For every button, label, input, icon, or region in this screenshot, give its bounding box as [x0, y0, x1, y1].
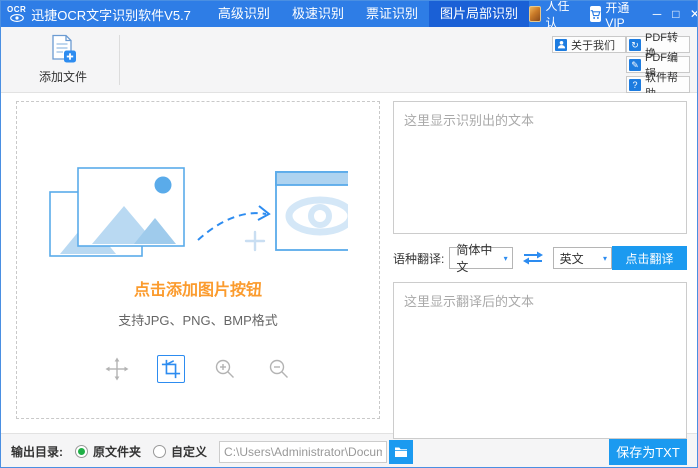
- radio-original-folder-label[interactable]: 原文件夹: [93, 443, 141, 460]
- image-tools: [103, 355, 293, 383]
- eye-icon: [10, 14, 24, 22]
- titlebar: OCR 迅捷OCR文字识别软件V5.7 高级识别 极速识别 票证识别 图片局部识…: [1, 1, 697, 27]
- open-vip-button[interactable]: 开通VIP: [590, 0, 649, 30]
- target-language-value: 英文: [560, 250, 584, 267]
- move-tool-button[interactable]: [103, 355, 131, 383]
- tab-bar: 高级识别 极速识别 票证识别 图片局部识别: [207, 1, 529, 27]
- maximize-button[interactable]: □: [668, 1, 683, 27]
- radio-custom-folder[interactable]: [153, 445, 166, 458]
- add-file-button[interactable]: 添加文件: [21, 34, 105, 85]
- radio-custom-folder-label[interactable]: 自定义: [171, 443, 207, 460]
- zoom-out-button[interactable]: [265, 355, 293, 383]
- folder-icon: [394, 446, 408, 458]
- move-icon: [105, 357, 129, 381]
- main-area: 点击添加图片按钮 支持JPG、PNG、BMP格式: [1, 93, 697, 433]
- app-logo-icon: OCR: [7, 6, 26, 22]
- person-icon: [555, 39, 567, 51]
- add-image-cta: 点击添加图片按钮: [134, 276, 262, 300]
- source-language-select[interactable]: 简体中文 ▾: [449, 247, 512, 269]
- app-window: OCR 迅捷OCR文字识别软件V5.7 高级识别 极速识别 票证识别 图片局部识…: [0, 0, 698, 468]
- upload-illustration: [48, 158, 348, 262]
- translate-label: 语种翻译:: [393, 250, 444, 267]
- app-title: 迅捷OCR文字识别软件V5.7: [31, 5, 191, 24]
- source-language-value: 简体中文: [456, 241, 503, 275]
- supported-formats: 支持JPG、PNG、BMP格式: [118, 310, 278, 329]
- result-panel: 语种翻译: 简体中文 ▾ 英文 ▾ 点击翻译: [393, 101, 687, 439]
- pencil-icon: ✎: [629, 59, 641, 71]
- add-file-icon: [49, 34, 77, 64]
- image-dropzone[interactable]: 点击添加图片按钮 支持JPG、PNG、BMP格式: [16, 101, 380, 419]
- user-avatar[interactable]: [529, 6, 541, 22]
- target-language-select[interactable]: 英文 ▾: [553, 247, 612, 269]
- tab-ticket-ocr[interactable]: 票证识别: [355, 1, 429, 27]
- translate-button[interactable]: 点击翻译: [612, 246, 687, 270]
- zoom-in-button[interactable]: [211, 355, 239, 383]
- output-dir-label: 输出目录:: [11, 443, 63, 460]
- toolbar-divider: [119, 35, 120, 85]
- close-button[interactable]: ✕: [687, 1, 698, 27]
- chevron-down-icon: ▾: [603, 254, 607, 263]
- question-icon: ?: [629, 79, 641, 91]
- vip-label: 开通VIP: [605, 0, 633, 30]
- toolbar: 添加文件 关于我们 ↻ PDF转换 ✎ PDF编辑 ? 软件: [1, 27, 697, 93]
- minimize-button[interactable]: ─: [650, 1, 665, 27]
- radio-original-folder[interactable]: [75, 445, 88, 458]
- output-path-input[interactable]: [219, 441, 387, 463]
- crop-tool-button[interactable]: [157, 355, 185, 383]
- zoom-out-icon: [268, 358, 290, 380]
- crop-icon: [161, 359, 181, 379]
- ocr-result-textarea[interactable]: [393, 101, 687, 234]
- about-us-label: 关于我们: [571, 37, 615, 53]
- tab-fast-ocr[interactable]: 极速识别: [281, 1, 355, 27]
- about-us-button[interactable]: 关于我们: [552, 36, 626, 53]
- logo-ocr-text: OCR: [7, 6, 26, 14]
- browse-folder-button[interactable]: [389, 440, 413, 464]
- zoom-in-icon: [214, 358, 236, 380]
- translate-row: 语种翻译: 简体中文 ▾ 英文 ▾ 点击翻译: [393, 246, 687, 270]
- translated-result-textarea[interactable]: [393, 282, 687, 439]
- swap-arrows-icon: [522, 251, 544, 265]
- convert-icon: ↻: [629, 39, 641, 51]
- swap-languages-button[interactable]: [522, 251, 544, 265]
- save-as-txt-button[interactable]: 保存为TXT: [609, 438, 687, 465]
- side-button-stack: ↻ PDF转换 ✎ PDF编辑 ? 软件帮助: [626, 36, 690, 93]
- tab-partial-image-ocr[interactable]: 图片局部识别: [429, 1, 529, 27]
- cart-icon: [590, 6, 601, 22]
- tab-advanced-ocr[interactable]: 高级识别: [207, 1, 281, 27]
- chevron-down-icon: ▾: [504, 254, 508, 263]
- software-help-button[interactable]: ? 软件帮助: [626, 76, 690, 93]
- add-file-label: 添加文件: [39, 68, 87, 85]
